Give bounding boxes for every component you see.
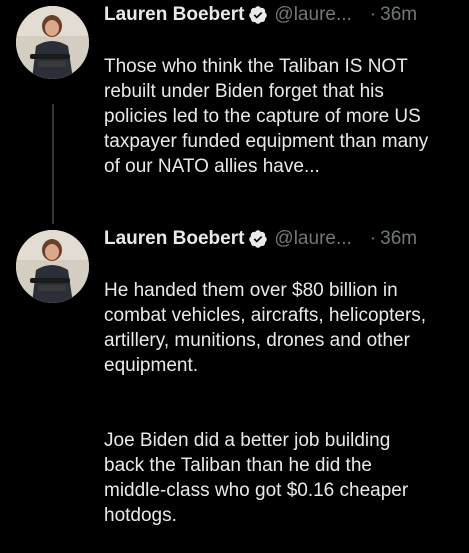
tweet-header: Lauren Boebert @laure... · 36m bbox=[104, 2, 417, 28]
tweet-paragraph: Joe Biden did a better job building back… bbox=[104, 430, 409, 526]
author-name[interactable]: Lauren Boebert bbox=[104, 2, 244, 28]
author-handle[interactable]: @laure... bbox=[274, 2, 351, 28]
header-separator: · bbox=[369, 228, 377, 249]
tweet-paragraph: Those who think the Taliban IS NOT rebui… bbox=[104, 56, 429, 177]
tweet-paragraph: He handed them over $80 billion in comba… bbox=[104, 280, 427, 376]
tweet-text: He handed them over $80 billion in comba… bbox=[104, 253, 464, 553]
verified-badge-icon bbox=[248, 5, 268, 25]
tweet-timestamp[interactable]: 36m bbox=[380, 226, 417, 252]
tweet-header: Lauren Boebert @laure... · 36m bbox=[104, 226, 417, 252]
avatar-image bbox=[16, 230, 89, 303]
verified-badge-icon bbox=[248, 229, 268, 249]
avatar[interactable] bbox=[16, 6, 89, 79]
thread-connector-line bbox=[52, 104, 54, 224]
avatar[interactable] bbox=[16, 230, 89, 303]
author-name[interactable]: Lauren Boebert bbox=[104, 226, 244, 252]
tweet-timestamp[interactable]: 36m bbox=[380, 2, 417, 28]
tweet-text: Those who think the Taliban IS NOT rebui… bbox=[104, 29, 464, 204]
header-separator: · bbox=[369, 4, 377, 25]
author-handle[interactable]: @laure... bbox=[274, 226, 351, 252]
avatar-image bbox=[16, 6, 89, 79]
